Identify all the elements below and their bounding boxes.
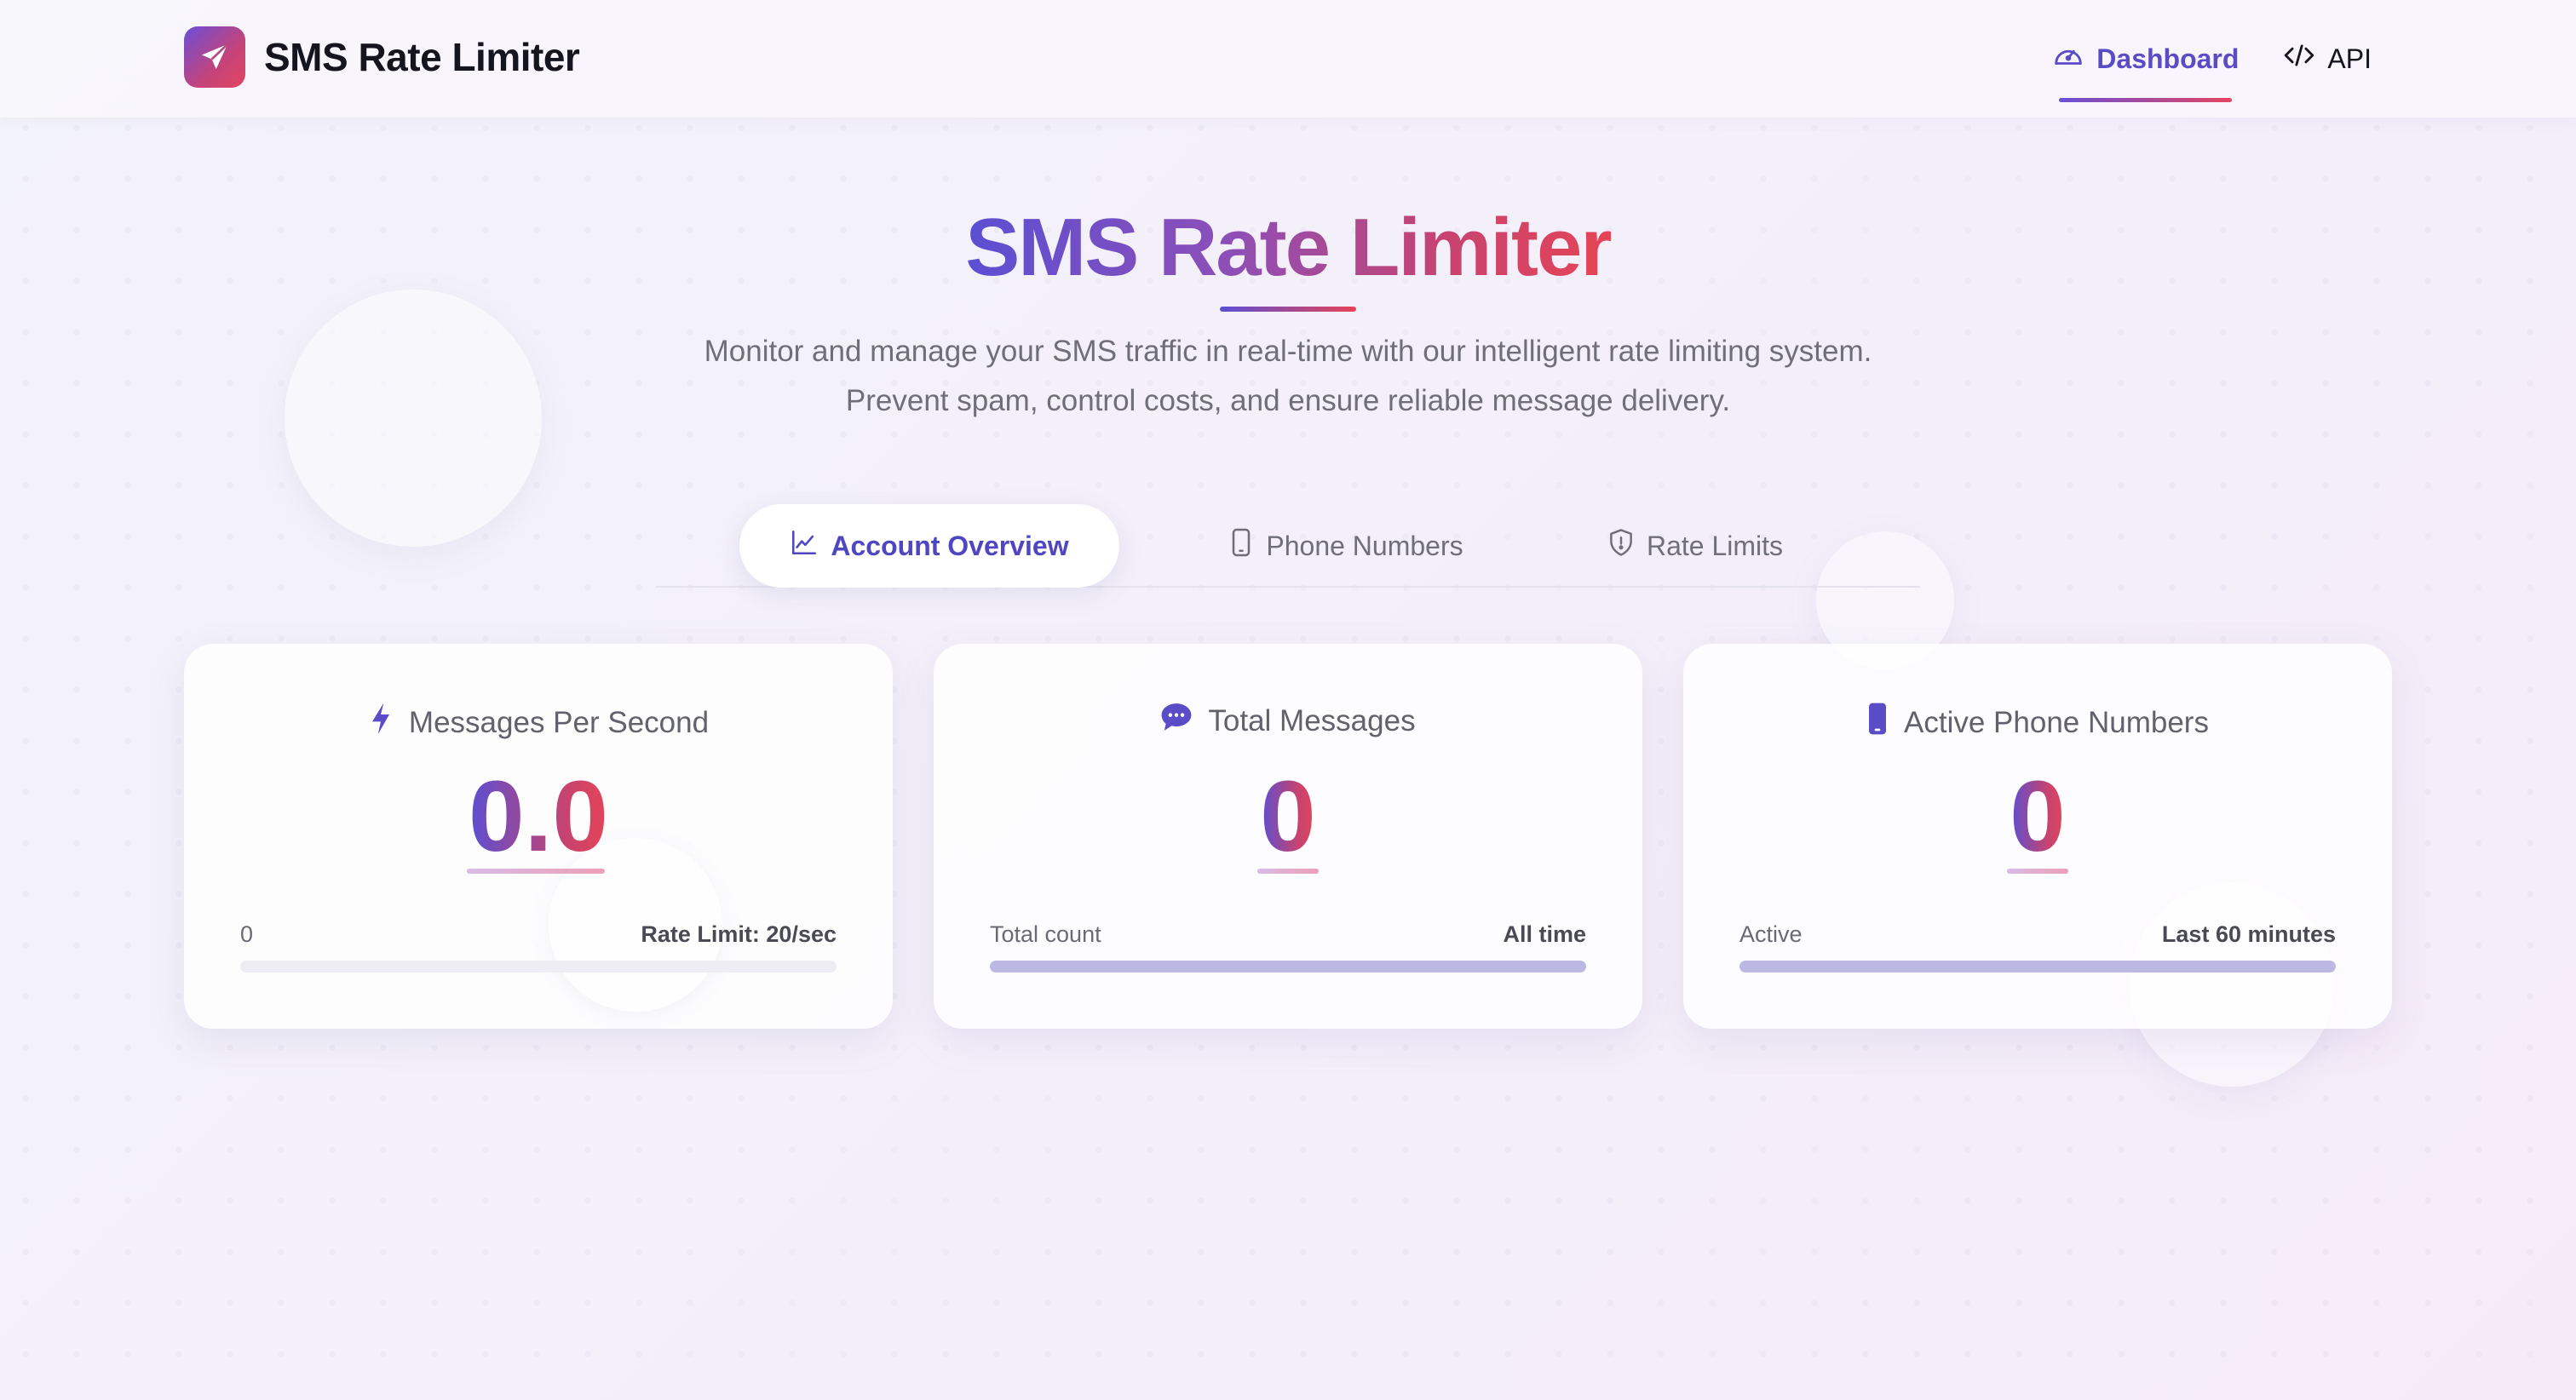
- value-underline: [1257, 869, 1319, 874]
- progress-fill: [990, 961, 1586, 973]
- title-underline: [1220, 307, 1356, 312]
- brand[interactable]: SMS Rate Limiter: [184, 26, 580, 88]
- tab-account-overview[interactable]: Account Overview: [739, 504, 1119, 588]
- stat-card-total-messages: Total Messages 0 Total count All time: [934, 644, 1642, 1029]
- card-title: Active Phone Numbers: [1904, 705, 2209, 739]
- active-label: Active: [1739, 921, 1803, 947]
- speedometer-icon: [2052, 42, 2084, 76]
- main-nav: Dashboard API: [2052, 0, 2372, 118]
- current-rate: 0: [240, 921, 254, 947]
- stat-value: 0: [2010, 760, 2066, 873]
- value-underline: [467, 869, 605, 874]
- stat-card-messages-per-second: Messages Per Second 0.0 0 Rate Limit: 20…: [184, 644, 893, 1029]
- nav-api-label: API: [2327, 43, 2372, 74]
- bolt-icon: [368, 702, 394, 743]
- page-description: Monitor and manage your SMS traffic in r…: [704, 335, 1872, 417]
- progress-track: [240, 961, 837, 973]
- tab-label: Account Overview: [831, 530, 1069, 561]
- progress-fill: [1739, 961, 2336, 973]
- card-title: Messages Per Second: [408, 705, 710, 739]
- stat-value: 0.0: [468, 760, 609, 873]
- rate-limit-label: Rate Limit: 20/sec: [641, 921, 837, 947]
- tab-label: Phone Numbers: [1266, 530, 1463, 561]
- tab-rate-limits[interactable]: Rate Limits: [1593, 504, 1797, 588]
- chart-line-icon: [790, 528, 819, 564]
- nav-api[interactable]: API: [2283, 0, 2372, 118]
- chat-bubble-icon: [1160, 702, 1193, 740]
- card-meta: Total count All time: [990, 921, 1586, 948]
- card-title: Total Messages: [1208, 703, 1416, 737]
- card-header: Active Phone Numbers: [1683, 702, 2392, 743]
- tab-phone-numbers[interactable]: Phone Numbers: [1210, 504, 1482, 588]
- active-nav-indicator: [2059, 98, 2233, 102]
- phone-icon: [1228, 527, 1254, 565]
- brand-name: SMS Rate Limiter: [264, 35, 580, 79]
- mobile-icon: [1866, 702, 1889, 743]
- window-label: Last 60 minutes: [2161, 921, 2336, 947]
- tab-label: Rate Limits: [1646, 530, 1784, 561]
- period-label: All time: [1503, 921, 1586, 947]
- shield-icon: [1607, 527, 1635, 565]
- total-count-label: Total count: [990, 921, 1101, 947]
- paper-plane-icon: [184, 26, 245, 88]
- progress-track: [990, 961, 1586, 973]
- card-header: Messages Per Second: [184, 702, 893, 743]
- nav-dashboard-label: Dashboard: [2096, 43, 2240, 74]
- code-icon: [2283, 42, 2315, 76]
- nav-dashboard[interactable]: Dashboard: [2052, 0, 2239, 118]
- progress-track: [1739, 961, 2336, 973]
- stat-card-active-phone-numbers: Active Phone Numbers 0 Active Last 60 mi…: [1683, 644, 2392, 1029]
- card-meta: Active Last 60 minutes: [1739, 921, 2336, 948]
- card-meta: 0 Rate Limit: 20/sec: [240, 921, 837, 948]
- page-title: SMS Rate Limiter: [965, 202, 1613, 293]
- value-underline: [2007, 869, 2068, 874]
- decorative-circle: [285, 290, 542, 547]
- stat-value: 0: [1260, 760, 1316, 873]
- top-navbar: SMS Rate Limiter Dashboard API: [0, 0, 2576, 118]
- card-header: Total Messages: [934, 702, 1642, 740]
